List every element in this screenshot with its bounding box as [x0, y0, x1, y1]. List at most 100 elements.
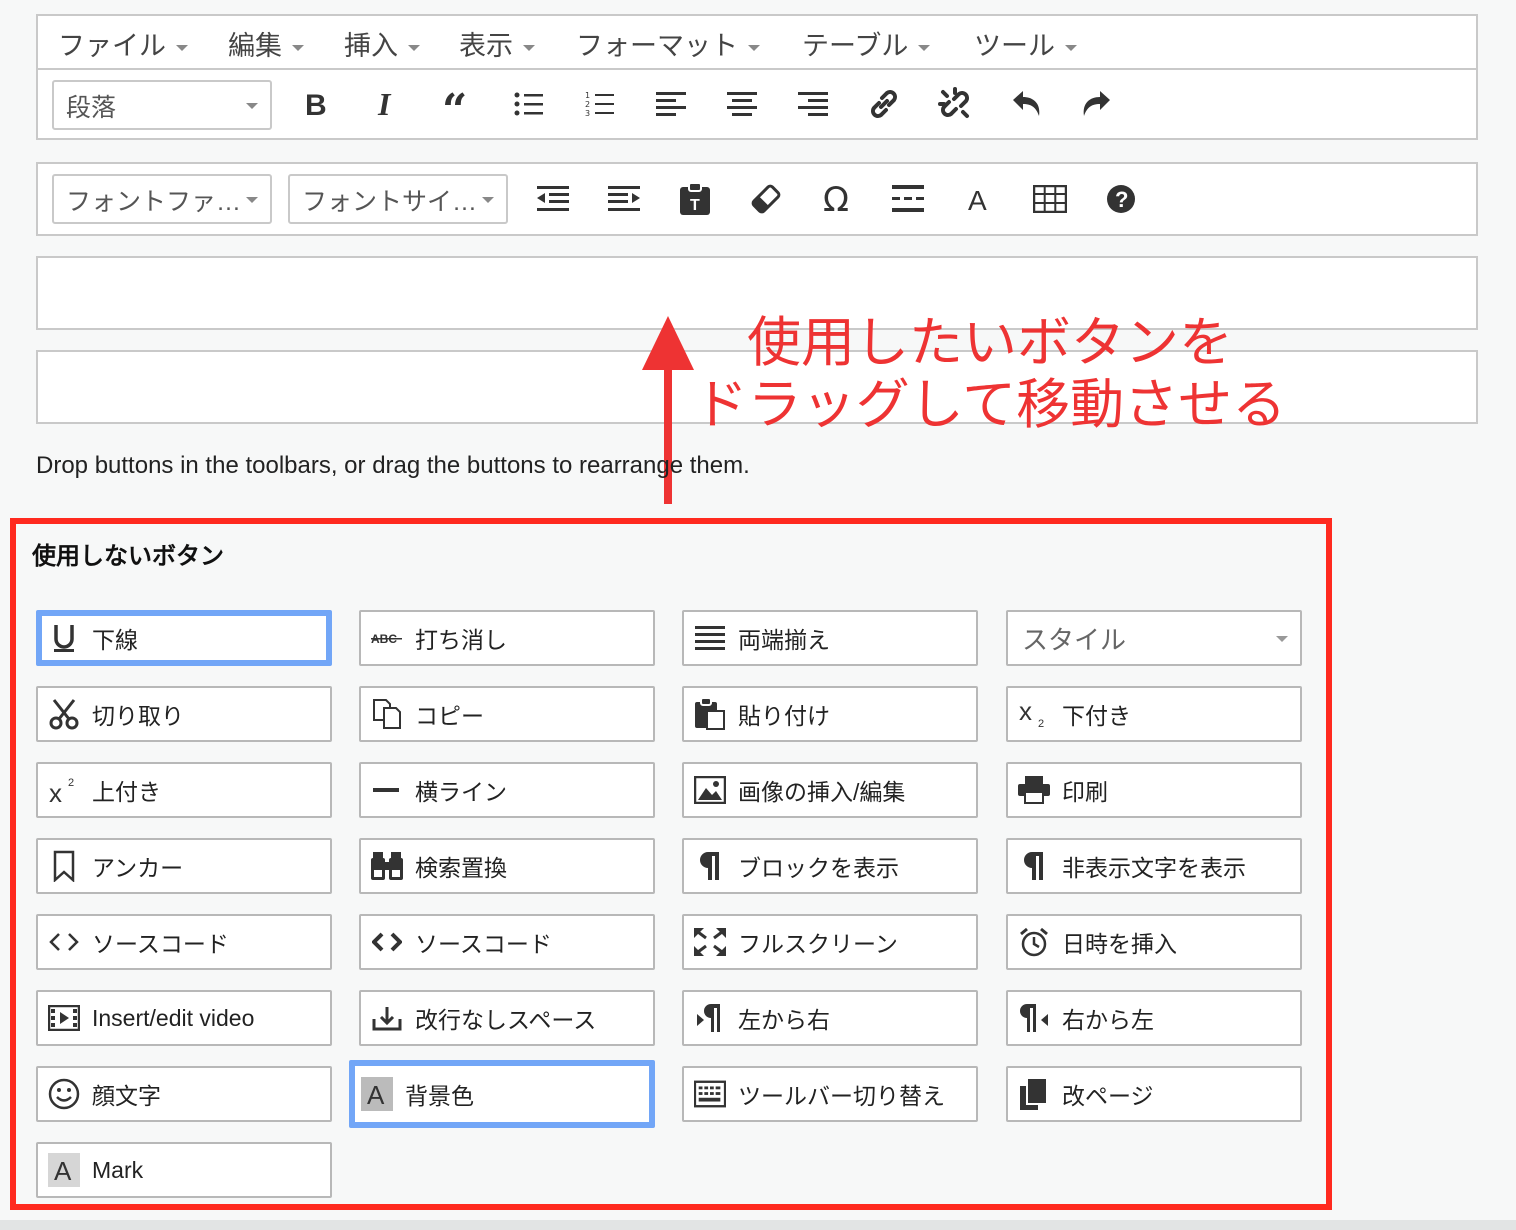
button-label: 画像の挿入/編集: [738, 779, 906, 805]
text-color-icon[interactable]: A: [957, 177, 1001, 221]
button-ltr[interactable]: 左から右: [682, 990, 978, 1046]
menu-insert[interactable]: 挿入: [344, 24, 420, 63]
chevron-down-icon: [1276, 636, 1288, 642]
button-copy[interactable]: コピー: [359, 686, 655, 742]
editor-toolbar-panel: ファイル 編集 挿入 表示 フォーマット テーブル ツール 段落 B I “ 1…: [36, 14, 1478, 140]
button-superscript[interactable]: x2 上付き: [36, 762, 332, 818]
omega-icon[interactable]: Ω: [815, 177, 859, 221]
button-emoticons[interactable]: 顔文字: [36, 1066, 332, 1122]
bottom-divider: [0, 1220, 1516, 1230]
button-toolbar-toggle[interactable]: ツールバー切り替え: [682, 1066, 978, 1122]
svg-text:I: I: [377, 89, 392, 119]
button-source-code[interactable]: ソースコード: [36, 914, 332, 970]
button-show-invisibles[interactable]: 非表示文字を表示: [1006, 838, 1302, 894]
numbered-list-icon[interactable]: 123: [578, 82, 622, 126]
paste-icon: [694, 698, 726, 730]
button-image[interactable]: 画像の挿入/編集: [682, 762, 978, 818]
link-icon[interactable]: [862, 82, 906, 126]
align-center-icon[interactable]: [720, 82, 764, 126]
align-right-icon[interactable]: [791, 82, 835, 126]
table-icon[interactable]: [1028, 177, 1072, 221]
button-label: Insert/edit video: [92, 1004, 255, 1031]
svg-text:A: A: [367, 1080, 385, 1110]
pilcrow-icon: [694, 850, 726, 882]
italic-icon[interactable]: I: [365, 82, 409, 126]
menu-view[interactable]: 表示: [459, 24, 535, 63]
page-break-icon[interactable]: [886, 177, 930, 221]
button-label: ツールバー切り替え: [738, 1083, 945, 1109]
svg-text:B: B: [305, 89, 327, 119]
chevron-down-icon: [246, 197, 258, 203]
copy-icon: [371, 698, 403, 730]
button-label: フルスクリーン: [738, 931, 898, 957]
button-label: 改ページ: [1062, 1083, 1154, 1109]
svg-text:2: 2: [1038, 718, 1044, 728]
scissors-icon: [48, 698, 80, 730]
button-rtl[interactable]: 右から左: [1006, 990, 1302, 1046]
chevron-down-icon: [748, 44, 760, 51]
button-style-select[interactable]: スタイル: [1006, 610, 1302, 666]
unlink-icon[interactable]: [933, 82, 977, 126]
button-strikethrough[interactable]: ABC 打ち消し: [359, 610, 655, 666]
annotation-line-1: 使用したいボタンを: [747, 311, 1233, 374]
button-underline[interactable]: 下線: [36, 610, 332, 666]
undo-icon[interactable]: [1004, 82, 1048, 126]
font-family-select[interactable]: フォントファ…: [52, 174, 272, 224]
redo-icon[interactable]: [1075, 82, 1119, 126]
menu-table[interactable]: テーブル: [802, 24, 931, 63]
button-mark[interactable]: A Mark: [36, 1142, 332, 1198]
svg-text:A: A: [968, 185, 987, 214]
button-label: 改行なしスペース: [415, 1007, 597, 1033]
button-source-code-2[interactable]: ソースコード: [359, 914, 655, 970]
underline-icon: [48, 622, 80, 654]
button-cut[interactable]: 切り取り: [36, 686, 332, 742]
button-insert-datetime[interactable]: 日時を挿入: [1006, 914, 1302, 970]
paragraph-format-select[interactable]: 段落: [52, 80, 272, 130]
annotation-line-2: ドラッグして移動させる: [693, 373, 1287, 436]
button-label: 日時を挿入: [1062, 931, 1177, 957]
button-video[interactable]: Insert/edit video: [36, 990, 332, 1046]
bold-icon[interactable]: B: [294, 82, 338, 126]
button-paste[interactable]: 貼り付け: [682, 686, 978, 742]
help-icon[interactable]: ?: [1099, 177, 1143, 221]
page-break-pages-icon: [1018, 1078, 1050, 1110]
chevron-down-icon: [408, 44, 420, 51]
menu-format[interactable]: フォーマット: [576, 24, 760, 63]
button-anchor[interactable]: アンカー: [36, 838, 332, 894]
chevron-down-icon: [523, 44, 535, 51]
menu-file[interactable]: ファイル: [58, 24, 188, 63]
button-horizontal-line[interactable]: 横ライン: [359, 762, 655, 818]
button-search-replace[interactable]: 検索置換: [359, 838, 655, 894]
svg-text:Ω: Ω: [823, 183, 849, 215]
paragraph-format-value: 段落: [66, 94, 117, 122]
bullet-list-icon[interactable]: [507, 82, 551, 126]
outdent-icon[interactable]: [531, 177, 575, 221]
menu-tools[interactable]: ツール: [974, 24, 1077, 63]
font-size-select[interactable]: フォントサイ…: [288, 174, 508, 224]
button-show-blocks[interactable]: ブロックを表示: [682, 838, 978, 894]
font-size-value: フォントサイ…: [302, 188, 478, 216]
button-fullscreen[interactable]: フルスクリーン: [682, 914, 978, 970]
align-left-icon[interactable]: [649, 82, 693, 126]
indent-icon[interactable]: [602, 177, 646, 221]
blockquote-icon[interactable]: “: [436, 82, 480, 126]
button-pagebreak[interactable]: 改ページ: [1006, 1066, 1302, 1122]
button-subscript[interactable]: x2 下付き: [1006, 686, 1302, 742]
annotation-text: 使用したいボタンを ドラッグして移動させる: [690, 312, 1290, 436]
button-justify[interactable]: 両端揃え: [682, 610, 978, 666]
svg-text:?: ?: [1115, 187, 1128, 212]
nbsp-icon: [371, 1002, 403, 1034]
button-nbsp[interactable]: 改行なしスペース: [359, 990, 655, 1046]
svg-text:2: 2: [68, 777, 74, 789]
print-icon: [1018, 774, 1050, 806]
ltr-icon: [694, 1002, 726, 1034]
eraser-icon[interactable]: [744, 177, 788, 221]
menu-edit[interactable]: 編集: [228, 24, 304, 63]
paste-text-icon[interactable]: T: [673, 177, 717, 221]
button-background-color[interactable]: A 背景色: [349, 1060, 655, 1128]
editor-toolbar-2: フォントファ… フォントサイ… T Ω A ?: [36, 162, 1478, 236]
button-print[interactable]: 印刷: [1006, 762, 1302, 818]
button-label: スタイル: [1022, 624, 1127, 655]
button-label: 下付き: [1062, 703, 1131, 729]
button-label: 顔文字: [92, 1083, 161, 1109]
